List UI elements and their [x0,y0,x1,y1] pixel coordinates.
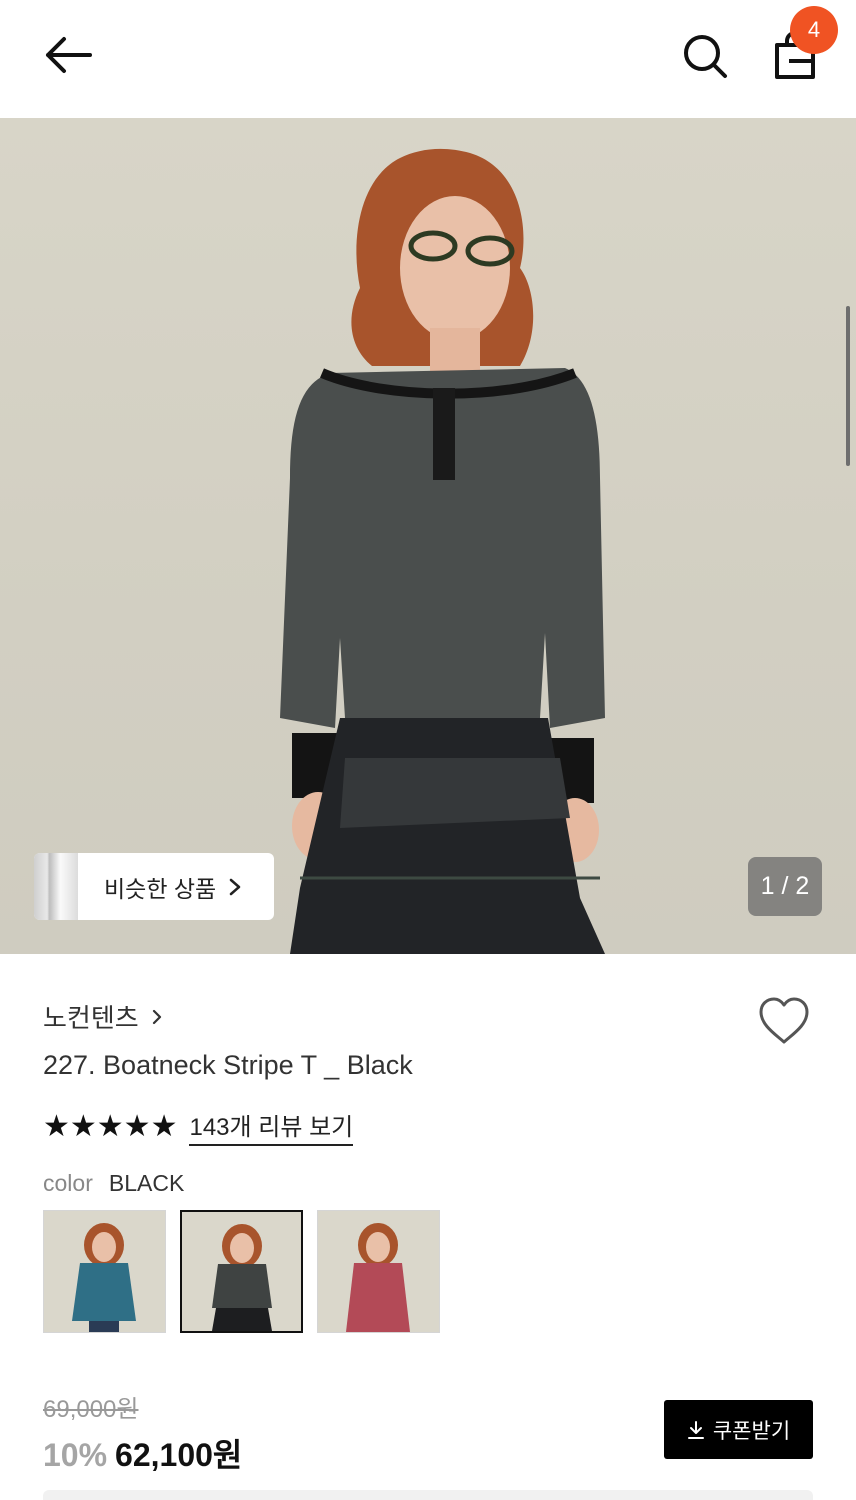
wishlist-button[interactable] [757,996,811,1048]
search-icon [684,35,727,78]
model-photo [280,148,605,954]
product-title: 227. Boatneck Stripe T _ Black [43,1050,413,1080]
brand-name: 노컨텐츠 [43,1003,139,1033]
similar-products-button[interactable]: 비슷한 상품 [34,853,274,920]
rating-row: ★★★★★ 143개 리뷰 보기 [43,1107,354,1146]
swatch-photo [44,1211,165,1332]
back-button[interactable] [38,30,98,80]
color-swatches [43,1210,440,1333]
cart-count-badge: 4 [790,6,838,54]
review-link[interactable]: 143개 리뷰 보기 [189,1107,354,1146]
arrow-left-icon [46,37,92,73]
coupon-label: 쿠폰받기 [712,1419,791,1443]
image-page-indicator: 1 / 2 [748,857,822,916]
rating-stars: ★★★★★ [43,1109,178,1143]
similar-product-thumbnail [34,853,78,920]
sale-price: 62,100원 [115,1437,243,1473]
color-swatch-black[interactable] [180,1210,303,1333]
brand-link[interactable]: 노컨텐츠 [43,998,163,1035]
similar-products-label: 비슷한 상품 [104,875,217,902]
product-image[interactable] [0,118,856,954]
download-icon [687,1420,705,1440]
color-swatch-teal[interactable] [43,1210,166,1333]
color-label: color [43,1170,93,1196]
chevron-right-icon [228,877,242,897]
color-swatch-red[interactable] [317,1210,440,1333]
discount-rate: 10% [43,1437,108,1473]
top-header: 4 [0,0,856,118]
color-row: color BLACK [43,1170,184,1197]
swatch-photo [318,1211,439,1332]
coupon-download-button[interactable]: 쿠폰받기 [664,1400,813,1459]
search-button[interactable] [676,28,734,84]
heart-icon [759,997,809,1044]
chevron-right-icon [151,1008,163,1026]
bottom-section-edge [43,1490,813,1500]
color-value: BLACK [108,1170,185,1196]
swatch-photo [182,1212,301,1331]
price-row: 10% 62,100원 [43,1430,242,1476]
image-scroll-indicator [846,306,850,466]
original-price: 69,000원 [43,1396,139,1423]
